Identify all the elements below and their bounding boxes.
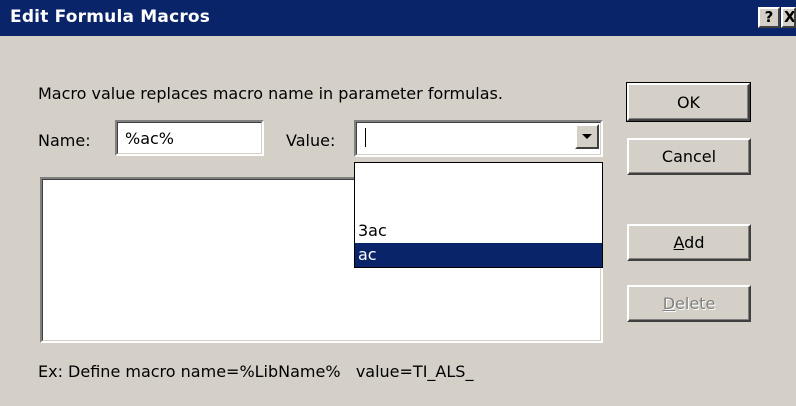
add-button[interactable]: Add — [627, 224, 751, 261]
ok-button-label: OK — [676, 92, 701, 112]
value-combobox[interactable] — [354, 120, 603, 157]
window-title: Edit Formula Macros — [10, 7, 211, 27]
value-dropdown-button[interactable] — [575, 124, 599, 149]
close-icon: X — [784, 8, 796, 26]
value-label: Value: — [286, 131, 336, 150]
help-icon: ? — [764, 8, 774, 26]
name-label: Name: — [38, 131, 91, 150]
cancel-button[interactable]: Cancel — [627, 138, 751, 175]
dropdown-option[interactable] — [355, 163, 602, 187]
dropdown-option[interactable]: 3ac — [355, 219, 602, 243]
description-text: Macro value replaces macro name in param… — [38, 84, 503, 103]
cancel-button-label: Cancel — [661, 147, 717, 166]
dropdown-option[interactable] — [355, 190, 602, 214]
title-bar: Edit Formula Macros ? X — [0, 0, 796, 36]
chevron-down-icon — [582, 134, 592, 139]
add-button-label: Add — [673, 233, 705, 252]
ok-button[interactable]: OK — [626, 82, 751, 122]
dropdown-option-selected[interactable]: ac — [355, 243, 602, 267]
name-input[interactable]: %ac% — [115, 120, 264, 156]
help-button[interactable]: ? — [758, 7, 780, 28]
delete-button[interactable]: Delete — [627, 285, 751, 322]
delete-button-label: Delete — [662, 294, 716, 313]
name-input-value: %ac% — [125, 129, 175, 148]
text-caret — [365, 128, 366, 147]
close-button[interactable]: X — [781, 7, 796, 28]
value-dropdown-list: 3ac ac — [354, 162, 603, 268]
example-text: Ex: Define macro name=%LibName% value=TI… — [38, 362, 474, 381]
